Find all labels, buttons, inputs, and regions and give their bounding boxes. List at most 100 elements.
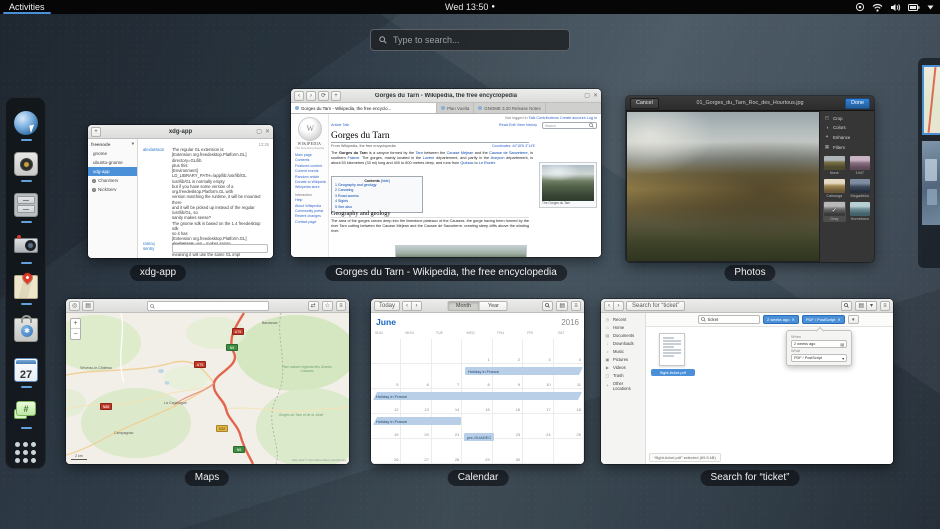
activities-button[interactable]: Activities <box>0 0 54 14</box>
day-cell[interactable]: 1 <box>462 339 492 364</box>
sidebar-place-item[interactable]: ⌂Home <box>601 323 645 331</box>
nav-link[interactable]: Contact page <box>295 220 326 225</box>
filter-option[interactable]: ✓ 1947 <box>849 155 872 176</box>
back-button[interactable]: ‹ <box>604 301 614 311</box>
gorge-photo-thumbnail[interactable] <box>542 165 594 201</box>
file-results-area[interactable]: flight-ticket.pdf “flight-ticket.pdf” se… <box>647 327 893 464</box>
search-button[interactable] <box>542 301 553 311</box>
workspace-thumbnail[interactable] <box>922 141 940 225</box>
calendar-app-icon[interactable]: 27 <box>14 358 38 382</box>
files-app-icon[interactable] <box>14 193 38 217</box>
view-options-button[interactable]: ▾ <box>867 301 877 311</box>
event-bar[interactable]: Holiday in France <box>373 392 582 400</box>
cancel-button[interactable]: Cancel <box>630 98 659 109</box>
day-cell[interactable]: 23 <box>493 414 523 439</box>
browser-tab[interactable]: GNOME 3.20 Release Notes <box>474 103 545 113</box>
browser-tab[interactable]: Plan Vuelta <box>437 103 474 113</box>
web-browser-app-icon[interactable] <box>14 111 38 135</box>
day-cell[interactable]: 27 <box>401 439 431 464</box>
prev-month-button[interactable]: ‹ <box>402 301 412 311</box>
day-cell[interactable]: 30 <box>493 439 523 464</box>
day-cell[interactable]: 7 <box>432 364 462 389</box>
day-cell[interactable] <box>432 339 462 364</box>
edit-tool-item[interactable]: ▦Filters <box>823 142 871 152</box>
filter-option[interactable]: ✓ None <box>823 155 846 176</box>
irc-network-row[interactable]: freenode▾ <box>88 139 137 149</box>
filter-option[interactable]: ✓ Gray <box>823 201 846 222</box>
software-app-icon[interactable]: ✱ <box>14 318 38 342</box>
article-tabs[interactable]: Article Talk <box>331 123 349 127</box>
route-button[interactable]: ⇄ <box>308 301 319 311</box>
photo-canvas[interactable] <box>627 112 819 261</box>
edit-tool-item[interactable]: ◰Crop <box>823 113 871 123</box>
window-polari[interactable]: + xdg-app ▢✕ freenode▾ gnomeubuntu-gnome… <box>88 125 273 258</box>
photos-app-icon[interactable] <box>14 233 38 257</box>
files-search-entry[interactable]: ticket <box>698 315 760 324</box>
workspace-thumbnail-active[interactable] <box>922 65 940 135</box>
view-grid-button[interactable]: ▤ <box>855 301 867 311</box>
day-cell[interactable]: 28 <box>432 439 462 464</box>
maps-search-entry[interactable] <box>147 301 269 311</box>
day-cell[interactable] <box>523 439 553 464</box>
menu-button[interactable]: ≡ <box>880 301 890 311</box>
filter-option[interactable]: ✓ Calistoga <box>823 178 846 199</box>
zoom-controls[interactable]: +− <box>70 318 81 340</box>
personal-links[interactable]: Not logged in Talk Contributions Create … <box>505 116 597 120</box>
restore-icon[interactable]: ▢ <box>256 128 262 135</box>
window-files-search[interactable]: ‹› Search for “ticket” ▤▾ ≡ ticket 2 wee… <box>601 299 893 464</box>
day-cell[interactable]: 6 <box>401 364 431 389</box>
nick-label[interactable]: alexlarsson <box>143 147 170 152</box>
edit-tool-item[interactable]: ◑Colors <box>823 123 871 132</box>
event-bar[interactable]: Holiday in France <box>373 417 461 425</box>
zoom-out-button[interactable]: − <box>71 329 80 339</box>
close-icon[interactable]: ✕ <box>593 92 598 99</box>
selected-file-name[interactable]: flight-ticket.pdf <box>651 369 695 376</box>
calendars-button[interactable]: ▤ <box>556 301 568 311</box>
panorama-photo[interactable] <box>395 245 527 257</box>
clock-button[interactable]: Wed 13:50 ● <box>445 2 495 12</box>
music-app-icon[interactable] <box>14 152 38 176</box>
pdf-file-thumbnail[interactable] <box>659 333 685 366</box>
sidebar-place-item[interactable]: ▢Trash <box>601 371 645 379</box>
channel-item[interactable]: xdg-app <box>88 167 137 176</box>
day-cell[interactable] <box>554 439 584 464</box>
chat-input[interactable] <box>172 244 268 253</box>
close-icon[interactable]: ✕ <box>837 317 840 322</box>
sidebar-place-item[interactable]: ▣Pictures <box>601 355 645 363</box>
wiki-search-box[interactable]: Search <box>542 122 597 129</box>
new-tab-button[interactable]: + <box>331 91 341 101</box>
channel-item[interactable]: gnome <box>88 149 137 158</box>
back-button[interactable]: ‹ <box>294 91 304 101</box>
forward-button[interactable]: › <box>614 301 624 311</box>
show-applications-button[interactable] <box>14 441 38 465</box>
menu-button[interactable]: ≡ <box>571 301 581 311</box>
event-bar[interactable]: pre-GUADEC <box>464 433 494 441</box>
next-month-button[interactable]: › <box>412 301 422 311</box>
day-cell[interactable]: 2 <box>493 339 523 364</box>
polari-app-icon[interactable]: # <box>14 399 38 423</box>
sidebar-place-item[interactable]: ↓Downloads <box>601 339 645 347</box>
when-entry[interactable]: 2 weeks ago▤ <box>791 340 847 348</box>
nav-link[interactable]: Wikipedia store <box>295 185 326 190</box>
day-cell[interactable]: 25 <box>554 414 584 439</box>
geolocate-button[interactable]: ◎ <box>69 301 80 311</box>
map-canvas[interactable]: +− A75 A75 N88 N9 N9 D32 Sévérac-le-Chât… <box>66 313 349 464</box>
channel-item[interactable]: ubuntu-gnome <box>88 158 137 167</box>
toc-hide-link[interactable]: [hide] <box>381 179 390 183</box>
browser-tab[interactable]: Gorges du Tarn - Wikipedia, the free enc… <box>291 103 437 113</box>
day-cell[interactable]: 5 <box>371 364 401 389</box>
coordinates-link[interactable]: Coordinates: 44°18′N 3°14′E <box>492 144 535 148</box>
add-room-button[interactable]: + <box>91 127 101 137</box>
filter-option[interactable]: ✓ Mogadishu <box>849 178 872 199</box>
view-tabs[interactable]: Read Edit View history <box>499 123 537 127</box>
filter-chip[interactable]: 2 weeks ago✕ <box>763 315 799 324</box>
sidebar-place-item[interactable]: ▤Documents <box>601 331 645 339</box>
sidebar-place-item[interactable]: ♪Music <box>601 347 645 355</box>
path-bar-search-title[interactable]: Search for “ticket” <box>626 301 685 311</box>
done-button[interactable]: Done <box>845 98 870 109</box>
year-view-button[interactable]: Year <box>479 301 508 311</box>
day-cell[interactable] <box>371 339 401 364</box>
what-dropdown[interactable]: PDF / PostScript▾ <box>791 354 847 362</box>
sidebar-place-item[interactable]: ▶Videos <box>601 363 645 371</box>
user-item[interactable]: ChanServ <box>88 176 137 185</box>
